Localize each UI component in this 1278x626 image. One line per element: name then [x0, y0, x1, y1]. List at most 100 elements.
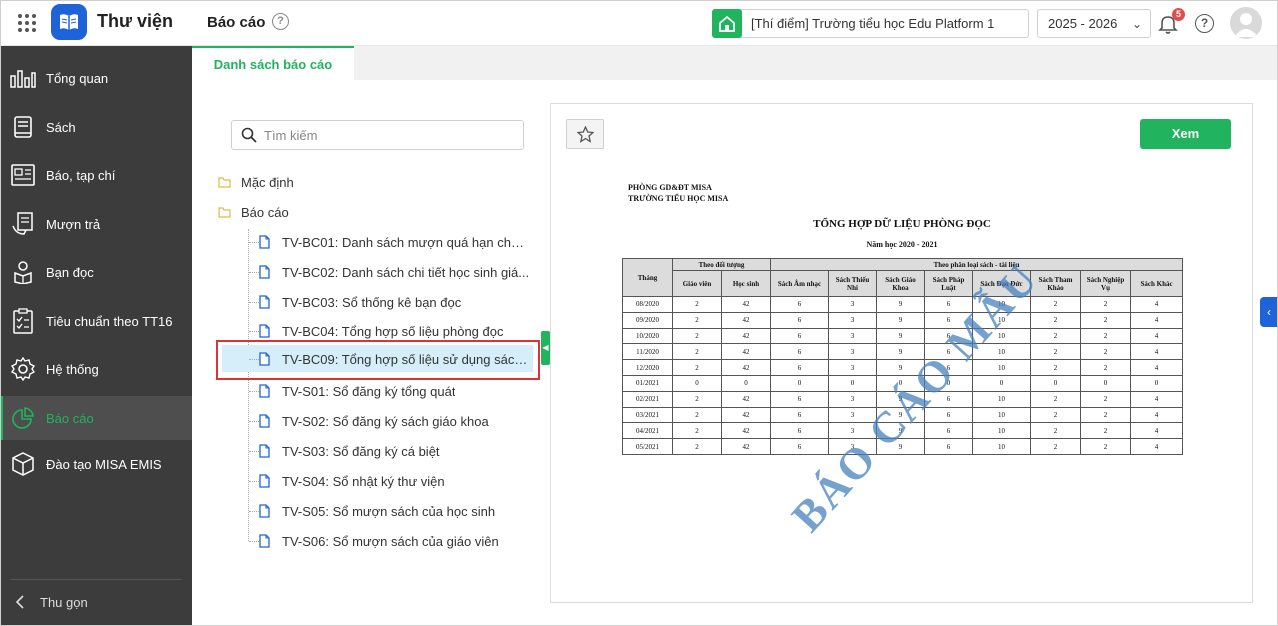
document-icon — [259, 295, 273, 309]
favorite-star-button[interactable] — [566, 119, 604, 149]
search-box[interactable] — [231, 120, 524, 150]
table-cell: 2 — [672, 343, 722, 361]
table-cell: 2 — [672, 390, 722, 408]
doc-org-line1: PHÒNG GD&ĐT MISA — [628, 183, 712, 192]
document-icon — [259, 265, 273, 279]
report-item[interactable]: TV-BC01: Danh sách mượn quá hạn chưa... — [249, 229, 539, 255]
report-item[interactable]: TV-S06: Sổ mượn sách của giáo viên — [249, 528, 539, 554]
school-year-select[interactable]: 2025 - 2026 ⌄ — [1037, 9, 1151, 38]
table-cell: 2 — [672, 327, 722, 345]
folder-icon — [218, 176, 232, 188]
table-cell: 2 — [1080, 438, 1131, 455]
help-icon[interactable]: ? — [1195, 14, 1214, 33]
table-cell: 2 — [1080, 390, 1131, 408]
view-button[interactable]: Xem — [1140, 119, 1231, 149]
page-help-icon[interactable]: ? — [272, 13, 289, 30]
sidebar-item-muon-tra[interactable]: Mượn trả — [0, 202, 192, 246]
group-header: Theo đối tượng — [672, 258, 771, 271]
table-cell: 2 — [1030, 390, 1081, 408]
sidebar-item-dao-tao[interactable]: Đào tạo MISA EMIS — [0, 442, 192, 486]
doc-subtitle: Năm học 2020 - 2021 — [866, 240, 938, 249]
table-row: 08/2020 2 42 6 3 9 6 10 2 2 4 — [622, 296, 1184, 313]
col-header: Giáo viên — [672, 270, 722, 297]
table-cell: 9 — [876, 327, 925, 345]
collapse-label: Thu gọn — [40, 594, 88, 610]
sidebar-item-label: Sách — [46, 119, 76, 135]
table-cell: 2 — [672, 359, 722, 376]
table-cell: 2 — [672, 438, 722, 455]
sidebar-divider — [10, 579, 182, 580]
report-item[interactable]: TV-S03: Sổ đăng ký cá biệt — [249, 438, 539, 464]
table-cell: 42 — [721, 296, 771, 313]
sidebar-item-bao-cao[interactable]: Báo cáo — [0, 396, 192, 440]
report-item-label: TV-S04: Sổ nhật ký thư viện — [282, 473, 445, 489]
folder-icon — [218, 206, 232, 218]
sidebar-item-bao-tap-chi[interactable]: Báo, tạp chí — [0, 153, 192, 197]
star-icon — [576, 125, 594, 143]
sidebar-item-ban-doc[interactable]: Bạn đọc — [0, 250, 192, 294]
table-cell: 4 — [1129, 390, 1184, 408]
reader-icon — [0, 260, 46, 284]
table-cell: 2 — [672, 296, 722, 313]
table-cell: 11/2020 — [622, 343, 673, 361]
folder-mac-dinh[interactable]: Mặc định — [218, 171, 294, 193]
sidebar-item-label: Mượn trả — [46, 216, 101, 232]
col-header: Sách Khác — [1129, 270, 1184, 297]
table-cell: 4 — [1129, 343, 1184, 361]
table-cell: 10 — [972, 406, 1031, 424]
col-header: Sách Âm nhạc — [770, 270, 829, 297]
col-header: Sách Giáo Khoa — [876, 270, 925, 297]
table-cell: 9 — [876, 311, 925, 329]
tree-connector — [249, 390, 259, 392]
table-cell: 0 — [721, 374, 771, 392]
library-logo-icon — [51, 4, 87, 40]
table-cell: 2 — [672, 406, 722, 424]
tree-connector — [249, 540, 259, 542]
table-cell: 12/2020 — [622, 359, 673, 376]
report-item-label: TV-S05: Sổ mượn sách của học sinh — [282, 503, 496, 519]
table-cell: 6 — [770, 343, 829, 361]
panel-splitter-handle[interactable]: ◀ — [541, 331, 550, 365]
app-grid-icon[interactable] — [18, 14, 36, 32]
collapse-sidebar-button[interactable]: Thu gọn — [0, 586, 192, 618]
table-cell: 42 — [721, 422, 771, 440]
table-cell: 2 — [1030, 406, 1081, 424]
tab-bar — [192, 46, 1278, 80]
report-item-label: TV-BC01: Danh sách mượn quá hạn chưa... — [282, 234, 532, 250]
sidebar: Tổng quan Sách Báo, tạp chí Mượn trả Bạn… — [0, 46, 192, 626]
table-cell: 6 — [924, 438, 973, 455]
report-item[interactable]: TV-BC02: Danh sách chi tiết học sinh giá… — [249, 259, 539, 285]
tree-connector — [249, 271, 259, 273]
document-icon — [259, 444, 273, 458]
table-cell: 10 — [972, 422, 1031, 440]
report-item[interactable]: TV-S01: Sổ đăng ký tổng quát — [249, 378, 539, 404]
table-cell: 4 — [1129, 406, 1184, 424]
tree-connector — [249, 450, 259, 452]
table-row: 11/2020 2 42 6 3 9 6 10 2 2 4 — [622, 343, 1184, 361]
report-item[interactable]: TV-S05: Sổ mượn sách của học sinh — [249, 498, 539, 524]
tab-report-list[interactable]: Danh sách báo cáo — [192, 46, 354, 80]
school-selector[interactable]: [Thí điểm] Trường tiểu học Edu Platform … — [741, 9, 1029, 38]
sidebar-item-sach[interactable]: Sách — [0, 105, 192, 149]
table-cell: 05/2021 — [622, 438, 673, 455]
table-cell: 2 — [1030, 343, 1081, 361]
folder-bao-cao[interactable]: Báo cáo — [218, 201, 289, 223]
avatar[interactable] — [1230, 7, 1262, 39]
sidebar-item-tieu-chuan-tt16[interactable]: Tiêu chuẩn theo TT16 — [0, 299, 192, 343]
table-cell: 3 — [828, 296, 877, 313]
table-row: 10/2020 2 42 6 3 9 6 10 2 2 4 — [622, 327, 1184, 345]
search-input[interactable] — [264, 126, 514, 144]
report-item[interactable]: TV-BC03: Sổ thống kê bạn đọc — [249, 289, 539, 315]
table-cell: 3 — [828, 327, 877, 345]
sidebar-item-label: Báo, tạp chí — [46, 167, 116, 183]
side-panel-toggle[interactable]: ‹ — [1260, 297, 1278, 327]
tree-connector — [249, 480, 259, 482]
tree-connector — [249, 420, 259, 422]
sidebar-item-tong-quan[interactable]: Tổng quan — [0, 56, 192, 100]
table-cell: 2 — [1030, 311, 1081, 329]
report-item[interactable]: TV-S02: Sổ đăng ký sách giáo khoa — [249, 408, 539, 434]
table-cell: 08/2020 — [622, 296, 673, 313]
report-item-label: TV-BC03: Sổ thống kê bạn đọc — [282, 294, 462, 310]
report-item[interactable]: TV-S04: Sổ nhật ký thư viện — [249, 468, 539, 494]
sidebar-item-he-thong[interactable]: Hệ thống — [0, 347, 192, 391]
